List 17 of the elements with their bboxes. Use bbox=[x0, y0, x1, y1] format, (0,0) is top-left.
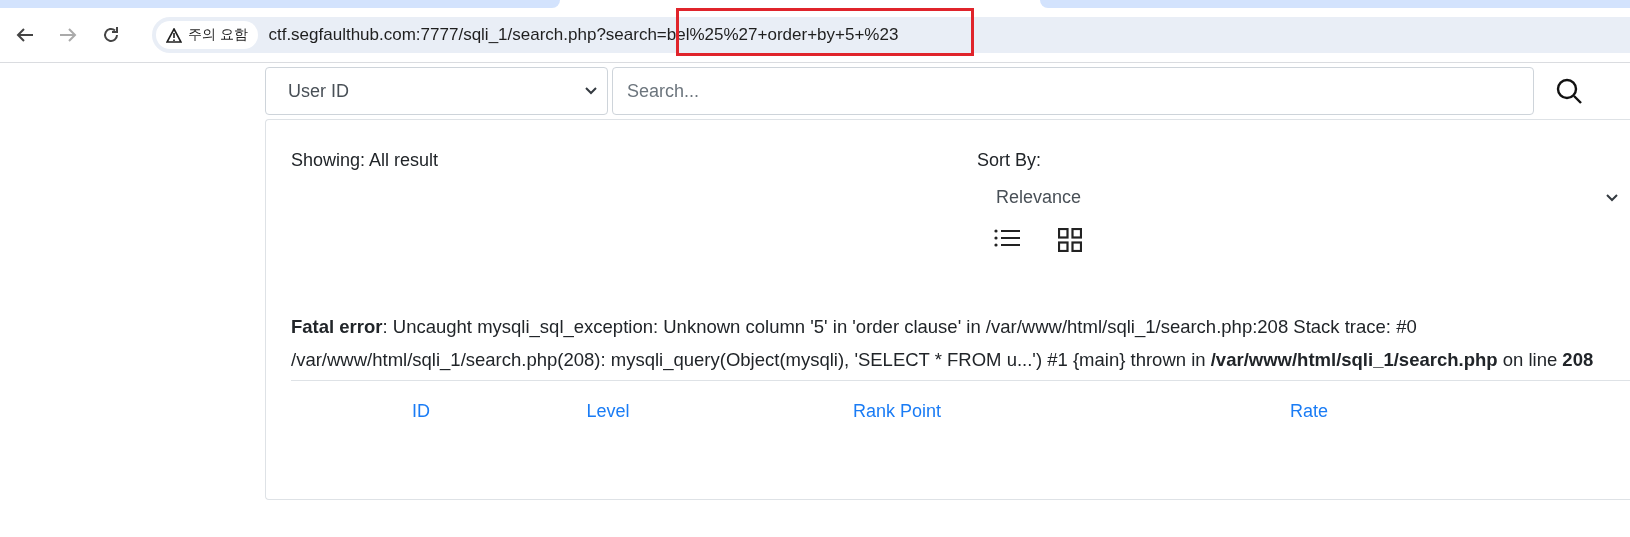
column-header-link[interactable]: Rate bbox=[1290, 401, 1328, 422]
list-view-icon[interactable] bbox=[994, 228, 1020, 248]
column-header-link[interactable]: Level bbox=[586, 401, 630, 422]
showing-label: Showing: All result bbox=[291, 150, 440, 172]
warning-icon bbox=[166, 27, 182, 43]
filter-select[interactable]: User ID bbox=[265, 67, 608, 115]
search-button[interactable] bbox=[1554, 76, 1584, 106]
error-message: Fatal error: Uncaught mysqli_sql_exception: Unknown column '5' in 'order clause' in /var/www/html/sqli_1/search.php:208 Stack trace: #0 /var/www/html/sqli_1/search.php(208): mysqli_query(Object(mysqli), 'SELECT * FROM u...') #1 {main} thrown in /var/www/html/sqli_1/search.php on line 208 bbox=[291, 315, 1595, 373]
column-header-link[interactable]: ID bbox=[412, 401, 430, 422]
caret-icon bbox=[1606, 193, 1618, 202]
sort-label: Sort By: bbox=[977, 150, 1043, 171]
column-header-link[interactable]: Rank Point bbox=[852, 401, 942, 422]
sort-select[interactable]: Relevance bbox=[977, 171, 1630, 208]
search-field[interactable]: Search... bbox=[612, 67, 1534, 115]
grid-view-icon[interactable] bbox=[1058, 228, 1082, 252]
caret-icon bbox=[585, 87, 597, 95]
security-chip[interactable]: 주의 요함 bbox=[156, 21, 259, 49]
